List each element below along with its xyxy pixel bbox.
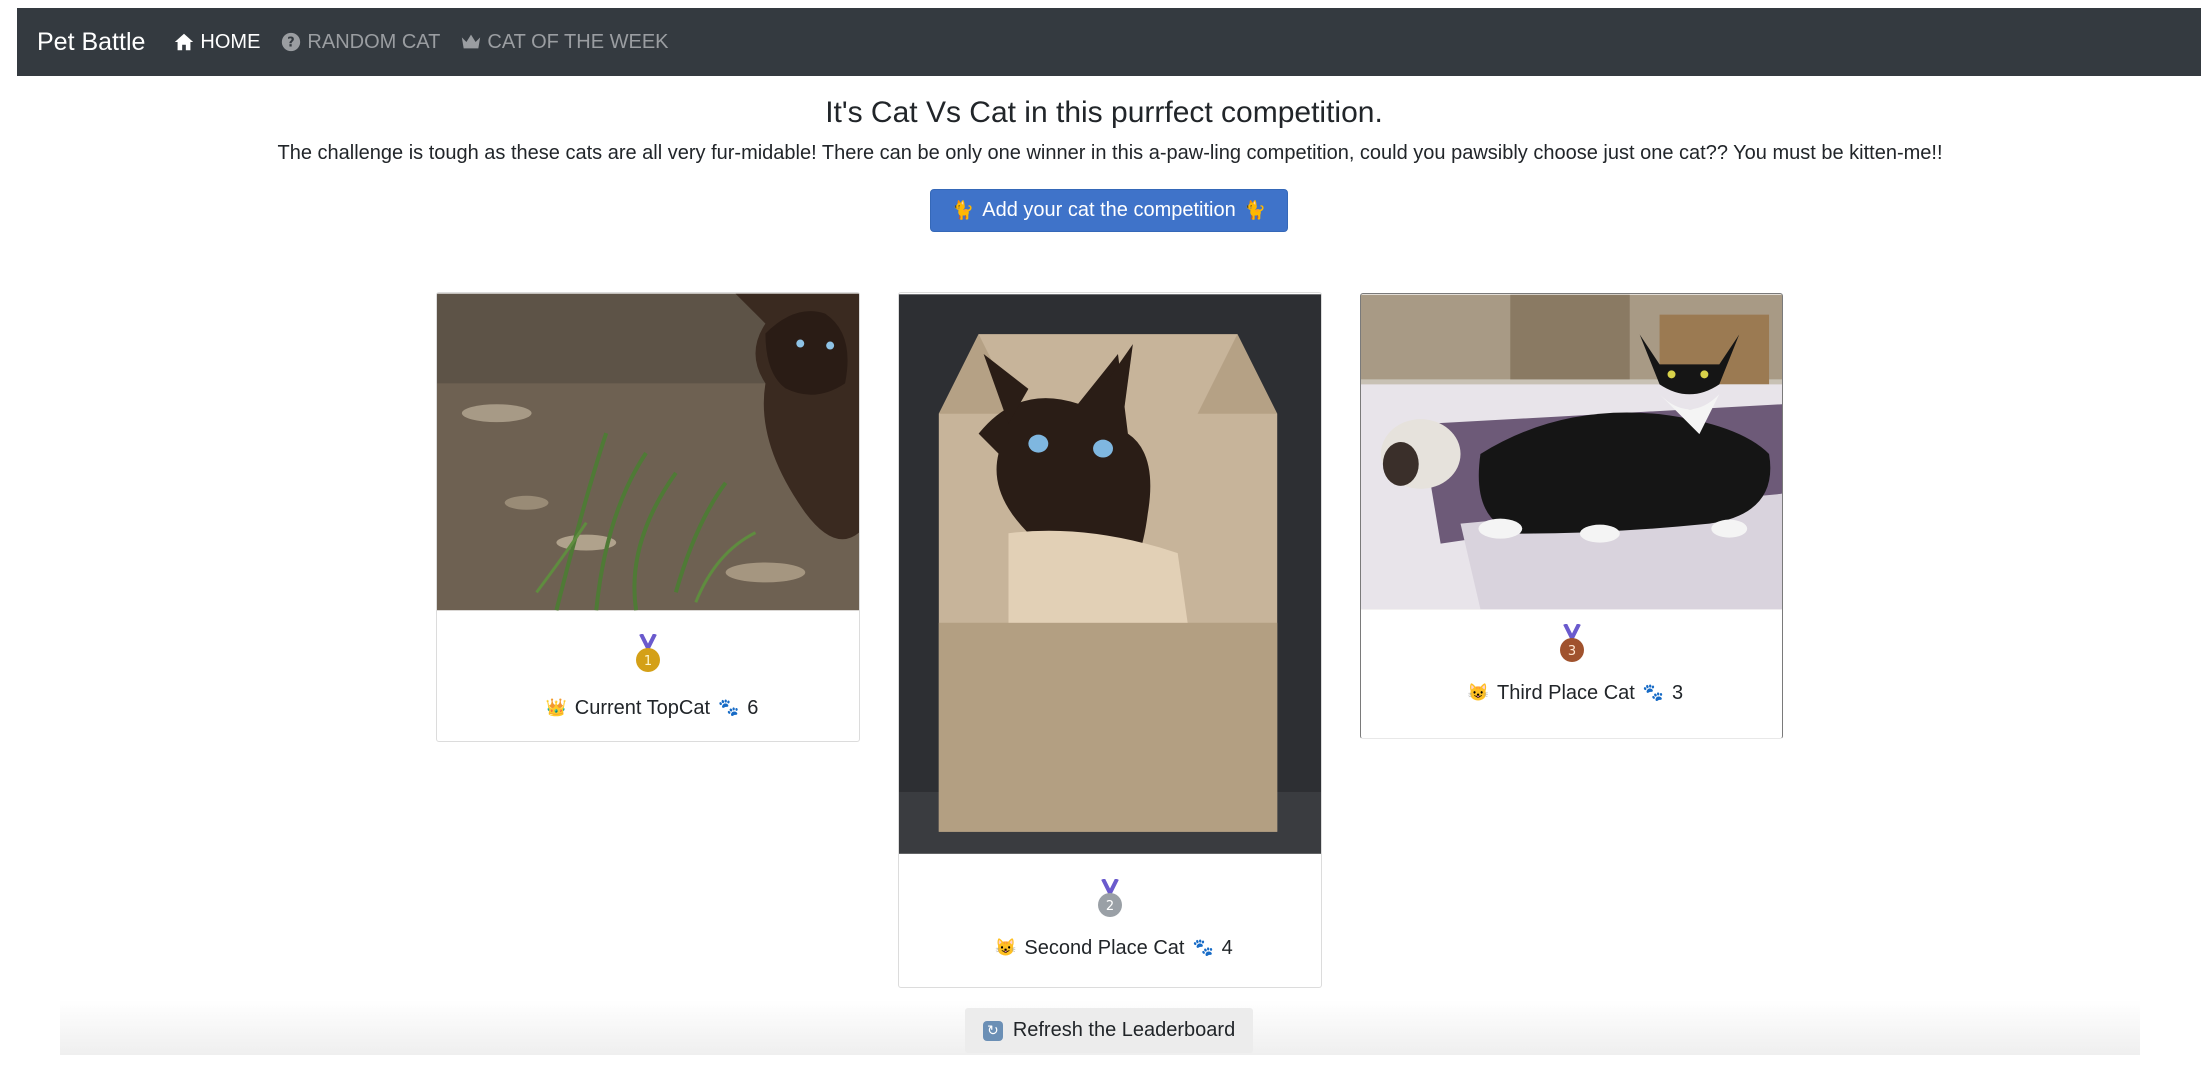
svg-text:3: 3 <box>1567 644 1575 659</box>
home-icon <box>175 33 194 51</box>
nav-random-cat-label: RANDOM CAT <box>307 30 441 53</box>
leaderboard-caption-third: 😺 Third Place Cat 🐾 3 <box>1361 678 1782 708</box>
cat-icon: 🐈 <box>951 200 975 220</box>
refresh-icon: ↻ <box>982 1020 1003 1041</box>
question-circle-icon: ? <box>282 32 301 52</box>
page-intro-text: The challenge is tough as these cats are… <box>277 142 1943 164</box>
gold-medal-icon: 1 <box>636 634 660 672</box>
add-cat-button[interactable]: 🐈 Add your cat the competition 🐈 <box>930 189 1288 232</box>
svg-text:?: ? <box>288 36 295 51</box>
refresh-leaderboard-label: Refresh the Leaderboard <box>1012 1019 1236 1041</box>
add-cat-button-label: Add your cat the competition <box>982 199 1236 221</box>
cat-photo-first[interactable] <box>437 293 859 611</box>
leaderboard-card-third[interactable]: 3 😺 Third Place Cat 🐾 3 <box>1360 293 1783 739</box>
paw-icon: 🐾 <box>1642 683 1665 702</box>
nav-random-cat[interactable]: ? RANDOM CAT <box>280 31 440 54</box>
paw-icon: 🐾 <box>1192 938 1214 957</box>
cat-rank-label: Second Place Cat <box>1024 936 1185 959</box>
nav-cat-of-the-week[interactable]: CAT OF THE WEEK <box>460 30 669 54</box>
cat-photo-second[interactable] <box>899 293 1321 855</box>
cat-icon: 🐈 <box>1243 200 1267 220</box>
svg-text:2: 2 <box>1106 899 1114 914</box>
silver-medal-icon: 2 <box>1098 879 1122 917</box>
crown-icon: 👑 <box>545 698 567 717</box>
cat-photo-third[interactable] <box>1361 294 1782 610</box>
crown-icon <box>462 34 481 49</box>
nav-home[interactable]: HOME <box>173 31 260 54</box>
vote-count: 4 <box>1221 936 1233 959</box>
leaderboard-card-first[interactable]: 1 👑 Current TopCat 🐾 6 <box>436 292 860 742</box>
vote-count: 3 <box>1672 681 1684 704</box>
leaderboard-card-second[interactable]: 2 😺 Second Place Cat 🐾 4 <box>898 292 1322 988</box>
vote-count: 6 <box>747 696 759 719</box>
paw-icon: 🐾 <box>718 698 740 717</box>
cat-rank-label: Current TopCat <box>574 696 711 719</box>
cat-rank-label: Third Place Cat <box>1497 681 1635 704</box>
page-title: It's Cat Vs Cat in this purrfect competi… <box>825 96 1383 129</box>
brand-logo[interactable]: Pet Battle <box>37 28 145 57</box>
leaderboard-caption-second: 😺 Second Place Cat 🐾 4 <box>899 933 1321 963</box>
svg-text:1: 1 <box>644 654 652 669</box>
cat-face-icon: 😺 <box>995 938 1017 957</box>
bronze-medal-icon: 3 <box>1559 624 1584 662</box>
leaderboard-caption-first: 👑 Current TopCat 🐾 6 <box>437 693 859 723</box>
refresh-leaderboard-button[interactable]: ↻ Refresh the Leaderboard <box>965 1008 1253 1053</box>
nav-cat-of-the-week-label: CAT OF THE WEEK <box>487 30 669 53</box>
top-navbar: Pet Battle HOME ? RANDOM CAT CAT OF THE … <box>17 8 2201 76</box>
cat-face-icon: 😺 <box>1467 683 1490 702</box>
nav-home-label: HOME <box>200 30 261 53</box>
